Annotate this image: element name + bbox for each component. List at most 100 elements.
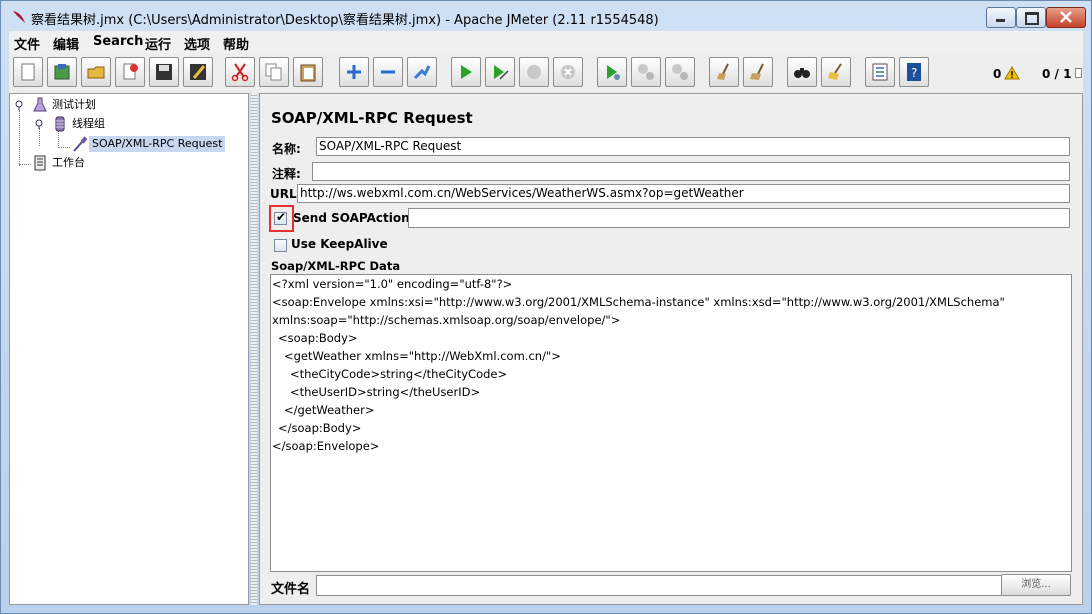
shutdown-icon bbox=[561, 65, 575, 79]
toolbar: ? 0 0 / 1 bbox=[9, 53, 1083, 94]
paste-button[interactable] bbox=[293, 57, 323, 87]
soap-data-textarea[interactable]: <?xml version="1.0" encoding="utf-8"?> <… bbox=[270, 274, 1072, 572]
jmeter-feather-icon bbox=[13, 11, 25, 23]
close-x-icon bbox=[1060, 11, 1072, 23]
warning-icon[interactable] bbox=[1004, 66, 1020, 80]
minimize-button[interactable] bbox=[986, 7, 1016, 28]
help-icon: ? bbox=[907, 63, 921, 81]
workbench-icon bbox=[34, 155, 46, 171]
remote-stop-icon bbox=[638, 64, 654, 80]
new-icon bbox=[21, 63, 35, 81]
collapse-all-button[interactable] bbox=[373, 57, 403, 87]
split-pane-divider[interactable] bbox=[251, 93, 257, 605]
start-no-pause-button[interactable] bbox=[485, 57, 515, 87]
soapaction-input[interactable] bbox=[408, 208, 1070, 228]
cut-button[interactable] bbox=[225, 57, 255, 87]
soap-data-label: Soap/XML-RPC Data bbox=[271, 259, 401, 273]
shutdown-button[interactable] bbox=[553, 57, 583, 87]
title-bar[interactable]: 察看结果树.jmx (C:\Users\Administrator\Deskto… bbox=[1, 1, 1091, 31]
expand-toggle-icon[interactable] bbox=[34, 119, 44, 129]
browse-button[interactable]: 浏览... bbox=[1001, 574, 1071, 596]
test-plan-tree: 测试计划 线程组 SOAP/XML-RPC Request 工作台 bbox=[9, 93, 249, 605]
search-button[interactable] bbox=[787, 57, 817, 87]
maximize-button[interactable] bbox=[1016, 7, 1046, 28]
function-helper-icon bbox=[872, 63, 888, 81]
copy-button[interactable] bbox=[259, 57, 289, 87]
save-as-button[interactable] bbox=[183, 57, 213, 87]
xml-line: <soap:Envelope xmlns:xsi="http://www.w3.… bbox=[272, 295, 1005, 309]
tree-node-label: 工作台 bbox=[52, 156, 85, 169]
name-label: 名称: bbox=[272, 142, 301, 156]
close-window-button[interactable] bbox=[1046, 7, 1086, 28]
tree-node-label: 线程组 bbox=[72, 117, 105, 130]
xml-line: <theUserID>string</theUserID> bbox=[290, 385, 481, 399]
save-button[interactable] bbox=[149, 57, 179, 87]
warning-count: 0 bbox=[993, 67, 1002, 81]
xml-line: <?xml version="1.0" encoding="utf-8"?> bbox=[272, 277, 513, 291]
collapse-icon bbox=[381, 70, 395, 74]
window-title: 察看结果树.jmx (C:\Users\Administrator\Deskto… bbox=[31, 13, 659, 28]
tree-connector bbox=[58, 147, 70, 148]
xml-line: </soap:Envelope> bbox=[272, 439, 380, 453]
reset-search-icon bbox=[828, 63, 842, 80]
clear-button[interactable] bbox=[709, 57, 739, 87]
jmeter-window: 察看结果树.jmx (C:\Users\Administrator\Deskto… bbox=[0, 0, 1092, 614]
templates-button[interactable] bbox=[47, 57, 77, 87]
save-icon bbox=[156, 64, 172, 80]
remote-start-icon bbox=[607, 65, 620, 80]
menu-help[interactable]: 帮助 bbox=[223, 34, 249, 53]
tree-connector bbox=[19, 164, 31, 165]
tree-connector bbox=[19, 110, 20, 166]
filename-input[interactable] bbox=[316, 575, 1002, 596]
remote-shutdown-button[interactable] bbox=[665, 57, 695, 87]
save-as-icon bbox=[190, 64, 206, 80]
keepalive-checkbox[interactable] bbox=[274, 239, 287, 252]
menu-edit[interactable]: 编辑 bbox=[53, 34, 79, 53]
thread-group-icon bbox=[55, 116, 65, 132]
menu-options[interactable]: 选项 bbox=[184, 34, 210, 53]
templates-icon bbox=[54, 64, 70, 80]
copy-icon bbox=[265, 63, 282, 81]
menu-search[interactable]: Search bbox=[93, 34, 143, 49]
menu-bar: 文件 编辑 Search 运行 选项 帮助 bbox=[9, 31, 1083, 53]
start-button[interactable] bbox=[451, 57, 481, 87]
cut-icon bbox=[231, 63, 249, 82]
close-file-button[interactable] bbox=[115, 57, 145, 87]
page-title: SOAP/XML-RPC Request bbox=[271, 109, 473, 127]
xml-line: </getWeather> bbox=[284, 403, 375, 417]
paste-icon bbox=[300, 64, 316, 82]
url-label: URL bbox=[270, 187, 297, 201]
sampler-config-panel: SOAP/XML-RPC Request 名称: SOAP/XML-RPC Re… bbox=[259, 93, 1083, 605]
thread-count: 0 / 1 bbox=[1042, 67, 1072, 81]
expand-toggle-icon[interactable] bbox=[14, 100, 24, 110]
clear-all-button[interactable] bbox=[743, 57, 773, 87]
url-input[interactable]: http://ws.webxml.com.cn/WebServices/Weat… bbox=[297, 184, 1070, 203]
clear-all-icon bbox=[750, 63, 764, 80]
comment-label: 注释: bbox=[272, 167, 301, 181]
name-input[interactable]: SOAP/XML-RPC Request bbox=[316, 137, 1070, 156]
xml-line: </soap:Body> bbox=[278, 421, 362, 435]
tree-node-label: SOAP/XML-RPC Request bbox=[89, 136, 226, 152]
clear-icon bbox=[717, 63, 729, 80]
toggle-icon bbox=[413, 65, 431, 80]
reset-search-button[interactable] bbox=[821, 57, 851, 87]
highlight-box bbox=[269, 205, 294, 232]
expand-all-button[interactable] bbox=[339, 57, 369, 87]
test-plan-icon bbox=[33, 97, 47, 112]
help-button[interactable]: ? bbox=[899, 57, 929, 87]
status-indicator-icon bbox=[1075, 68, 1082, 78]
menu-file[interactable]: 文件 bbox=[14, 34, 40, 53]
filename-label: 文件名 bbox=[271, 582, 311, 597]
function-helper-button[interactable] bbox=[865, 57, 895, 87]
new-button[interactable] bbox=[13, 57, 43, 87]
remote-stop-button[interactable] bbox=[631, 57, 661, 87]
toggle-button[interactable] bbox=[407, 57, 437, 87]
sampler-pipette-icon bbox=[73, 136, 88, 152]
xml-line: xmlns:soap="http://schemas.xmlsoap.org/s… bbox=[272, 313, 621, 327]
remote-start-button[interactable] bbox=[597, 57, 627, 87]
open-button[interactable] bbox=[81, 57, 111, 87]
expand-icon bbox=[347, 65, 361, 79]
comment-input[interactable] bbox=[312, 162, 1070, 181]
menu-run[interactable]: 运行 bbox=[145, 34, 171, 53]
stop-button[interactable] bbox=[519, 57, 549, 87]
